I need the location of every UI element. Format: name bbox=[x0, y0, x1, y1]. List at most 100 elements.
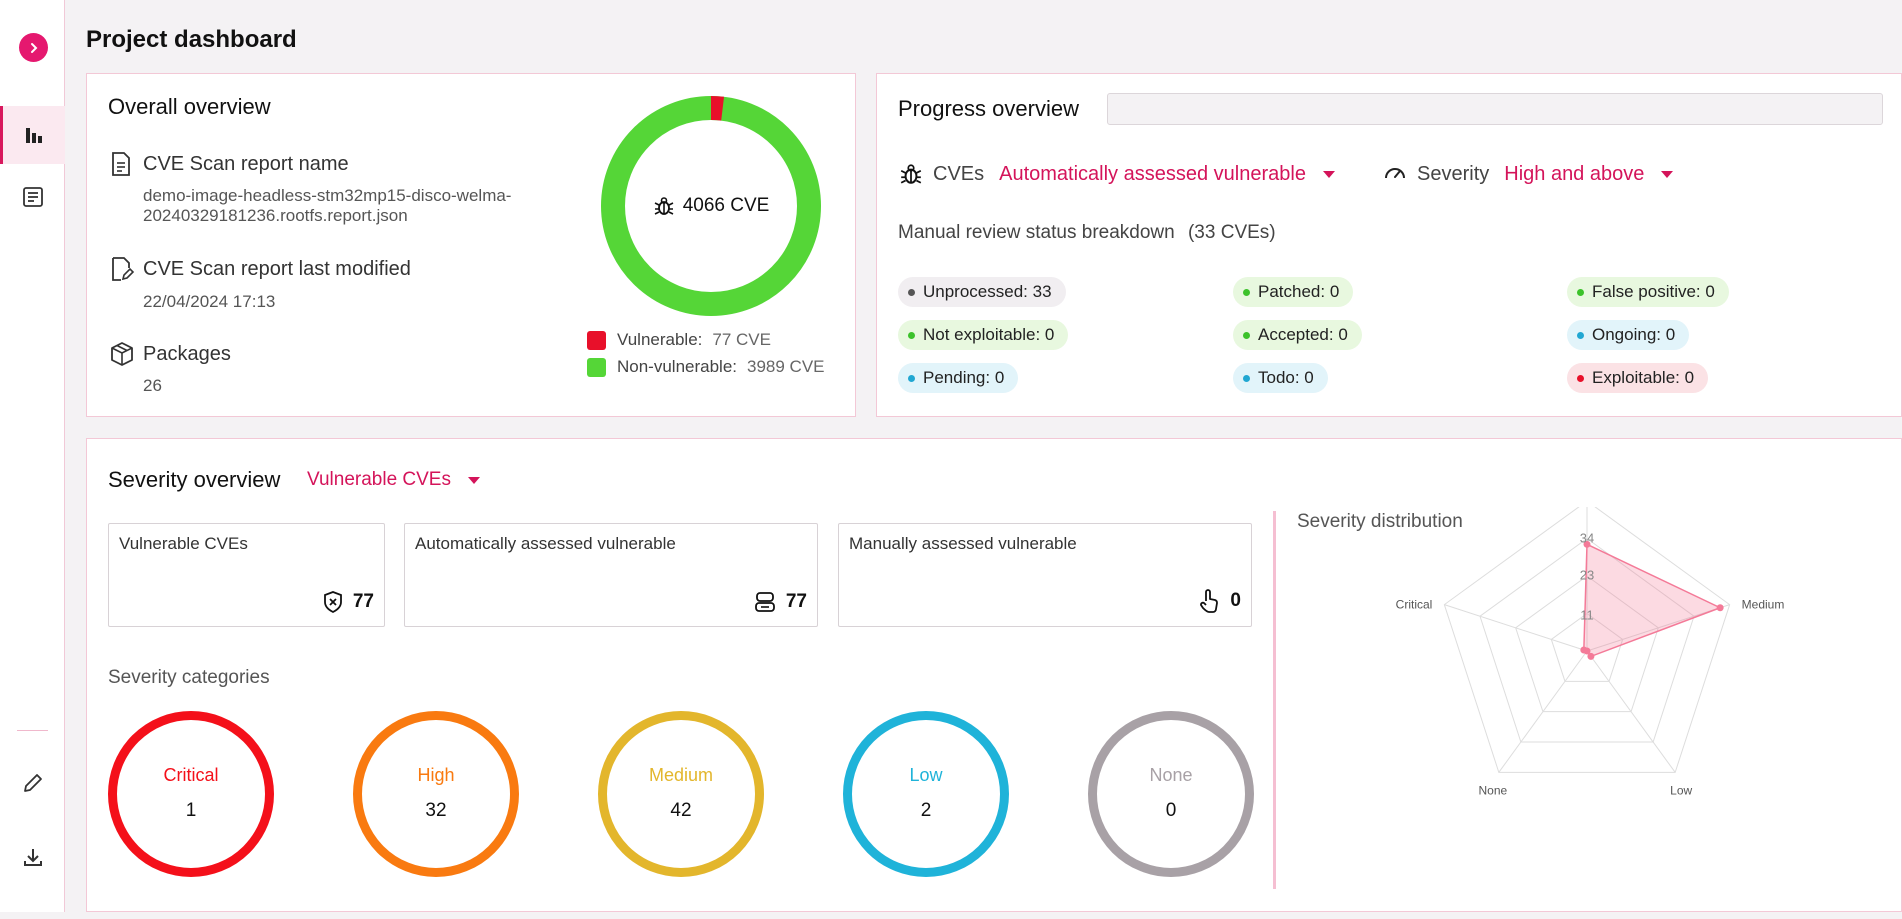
status-chip[interactable]: Ongoing: 0 bbox=[1567, 320, 1690, 350]
file-edit-icon bbox=[112, 257, 135, 281]
status-dot bbox=[908, 288, 915, 296]
status-dot bbox=[1577, 288, 1584, 296]
ring-value: 0 bbox=[1165, 799, 1177, 821]
legend-value: 77 CVE bbox=[712, 330, 771, 349]
radar-tick-label: 45 bbox=[1580, 507, 1594, 509]
status-chip[interactable]: Pending: 0 bbox=[898, 363, 1019, 393]
sidebar-item-reports[interactable] bbox=[0, 168, 65, 226]
shield-x-icon bbox=[323, 591, 342, 614]
radar-point bbox=[1580, 646, 1588, 654]
bug-icon bbox=[654, 197, 674, 215]
status-chip[interactable]: False positive: 0 bbox=[1567, 277, 1729, 307]
stat-value-text: 77 bbox=[785, 591, 807, 612]
status-chip-label: Ongoing: 0 bbox=[1592, 325, 1676, 344]
status-chip-label: False positive: 0 bbox=[1592, 282, 1715, 301]
status-dot bbox=[1243, 331, 1250, 339]
robot-icon bbox=[754, 592, 775, 612]
severity-filter-value: High and above bbox=[1504, 162, 1645, 185]
progress-overview-title: Progress overview bbox=[898, 96, 1079, 121]
ring-label: High bbox=[417, 764, 455, 785]
chevron-down-icon bbox=[1322, 170, 1335, 178]
radar-data-area bbox=[1583, 543, 1723, 658]
sidebar-item-dashboard[interactable] bbox=[0, 106, 65, 164]
severity-ring-high: High 32 bbox=[353, 711, 519, 877]
radar-tick-label: 23 bbox=[1580, 567, 1594, 582]
chevron-down-icon bbox=[467, 476, 480, 484]
ring-value: 42 bbox=[670, 799, 692, 821]
severity-filter[interactable]: Severity High and above bbox=[1383, 162, 1674, 186]
stat-card-vulnerable: Vulnerable CVEs 77 bbox=[108, 523, 385, 627]
ring-label: Medium bbox=[648, 764, 714, 785]
bug-icon bbox=[900, 164, 922, 184]
legend-label: Vulnerable: bbox=[617, 330, 703, 349]
file-icon bbox=[112, 152, 130, 176]
status-dot bbox=[908, 374, 915, 382]
ring-value: 2 bbox=[920, 799, 932, 821]
sidebar-item-download[interactable] bbox=[0, 828, 65, 886]
download-icon bbox=[23, 849, 42, 866]
status-dot bbox=[1243, 288, 1250, 296]
cves-filter-value: Automatically assessed vulnerable bbox=[999, 162, 1306, 185]
ring-label: Low bbox=[909, 764, 943, 785]
stat-value: 77 bbox=[322, 590, 374, 614]
status-dot bbox=[1577, 331, 1584, 339]
severity-ring-medium: Medium 42 bbox=[598, 711, 764, 877]
report-name-label: CVE Scan report name bbox=[143, 153, 349, 175]
severity-overview-filter[interactable]: Vulnerable CVEs bbox=[307, 469, 480, 491]
chevron-down-icon bbox=[1661, 170, 1674, 178]
status-chip[interactable]: Exploitable: 0 bbox=[1567, 363, 1709, 393]
status-dot bbox=[1243, 374, 1250, 382]
status-chip[interactable]: Unprocessed: 33 bbox=[898, 277, 1066, 307]
document-icon bbox=[22, 187, 43, 207]
status-chip-label: Exploitable: 0 bbox=[1592, 368, 1695, 387]
report-name-line1: demo-image-headless-stm32mp15-disco-welm… bbox=[143, 186, 512, 205]
ring-value: 32 bbox=[425, 799, 447, 821]
sidebar-expand-button[interactable] bbox=[19, 33, 48, 62]
overall-overview-title: Overall overview bbox=[108, 94, 271, 119]
legend-value: 3989 CVE bbox=[747, 357, 825, 376]
packages-value: 26 bbox=[143, 376, 162, 395]
modified-value: 22/04/2024 17:13 bbox=[143, 292, 276, 311]
status-chip[interactable]: Patched: 0 bbox=[1233, 277, 1354, 307]
radar-tick-label: 11 bbox=[1580, 607, 1594, 622]
gauge-icon bbox=[1385, 168, 1405, 179]
severity-ring-none: None 0 bbox=[1088, 711, 1254, 877]
ring-value: 1 bbox=[185, 799, 197, 821]
donut-total-text: 4066 CVE bbox=[682, 195, 770, 216]
severity-ring-critical: Critical 1 bbox=[108, 711, 274, 877]
status-chip-label: Patched: 0 bbox=[1258, 282, 1340, 301]
radar-point bbox=[1716, 604, 1724, 612]
section-divider bbox=[1273, 511, 1276, 889]
breakdown-label: Manual review status breakdown (33 CVEs) bbox=[898, 222, 1276, 244]
legend-nonvulnerable: Non-vulnerable: 3989 CVE bbox=[587, 357, 825, 377]
stat-label: Manually assessed vulnerable bbox=[849, 534, 1077, 553]
bar-chart-icon bbox=[26, 128, 42, 143]
radar-tick-label: 34 bbox=[1580, 531, 1594, 546]
ring-label: None bbox=[1149, 764, 1193, 785]
cves-filter-label: CVEs bbox=[933, 162, 985, 185]
page-title: Project dashboard bbox=[86, 26, 297, 53]
hand-pointer-icon bbox=[1200, 589, 1219, 613]
radar-axis-label: Medium bbox=[1742, 598, 1785, 612]
sidebar-item-edit[interactable] bbox=[0, 754, 65, 812]
severity-filter-label: Severity bbox=[1417, 162, 1490, 185]
report-name-line2: 20240329181236.rootfs.report.json bbox=[143, 206, 408, 225]
stat-card-manual: Manually assessed vulnerable 0 bbox=[838, 523, 1252, 627]
package-icon bbox=[111, 342, 133, 366]
status-chip[interactable]: Accepted: 0 bbox=[1233, 320, 1362, 350]
progress-overview-card: Progress overview CVEs Automatically ass… bbox=[876, 73, 1902, 417]
legend-swatch-vulnerable bbox=[587, 330, 606, 350]
chevron-right-icon bbox=[30, 42, 37, 53]
radar-axis-label: Low bbox=[1670, 783, 1692, 797]
radar-axis-label: Critical bbox=[1396, 598, 1433, 612]
sidebar-divider bbox=[17, 730, 48, 731]
status-chip-label: Pending: 0 bbox=[923, 368, 1005, 387]
cves-filter[interactable]: CVEs Automatically assessed vulnerable bbox=[899, 162, 1335, 186]
status-chip[interactable]: Todo: 0 bbox=[1233, 363, 1328, 393]
overall-overview-card: Overall overview CVE Scan report name de… bbox=[86, 73, 856, 417]
status-chip-label: Accepted: 0 bbox=[1258, 325, 1348, 344]
legend-label: Non-vulnerable: bbox=[617, 357, 738, 376]
status-dot bbox=[1577, 374, 1584, 382]
stat-card-automatic: Automatically assessed vulnerable 77 bbox=[404, 523, 818, 627]
status-chip[interactable]: Not exploitable: 0 bbox=[898, 320, 1069, 350]
